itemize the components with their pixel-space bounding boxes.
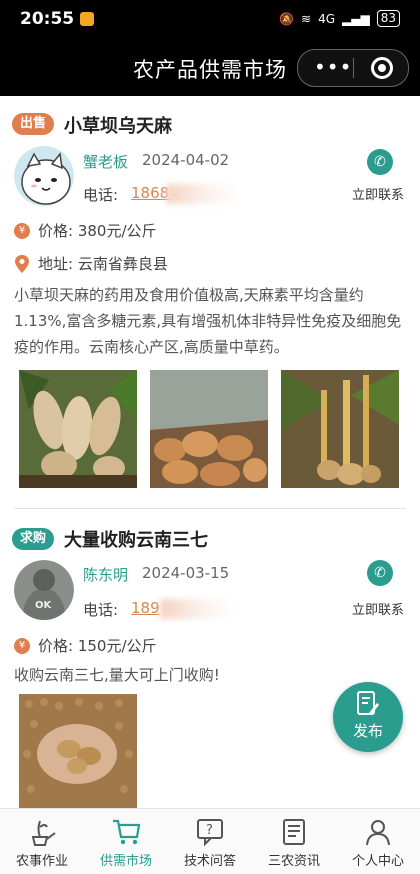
tab-market[interactable]: 供需市场 (84, 809, 168, 874)
battery-icon: 83 (376, 10, 400, 27)
price-text: 价格: 150元/公斤 (38, 637, 157, 655)
tab-label: 供需市场 (99, 854, 152, 869)
yen-icon: ¥ (14, 637, 30, 654)
avatar: OK (14, 560, 74, 620)
contact-button[interactable]: 立即联系 (352, 599, 404, 618)
edit-document-icon (357, 691, 379, 715)
svg-text:OK: OK (35, 600, 53, 611)
page-title: 农产品供需市场 (133, 58, 287, 82)
capsule-divider (353, 58, 354, 78)
phone-redaction (160, 599, 234, 619)
phone-label: 电话: (83, 601, 119, 619)
card-divider (14, 508, 406, 509)
product-image[interactable] (19, 370, 137, 488)
mute-icon: 🔕 (279, 11, 295, 26)
price-row: ¥ 价格: 150元/公斤 (14, 635, 157, 656)
tab-label: 三农资讯 (267, 854, 320, 869)
user-name[interactable]: 陈东明 (83, 564, 128, 585)
news-icon (283, 819, 305, 845)
bottom-tab-bar: 农事作业 供需市场 ? 技术问答 三农资讯 个人中心 (0, 808, 420, 874)
tab-label: 农事作业 (15, 854, 68, 869)
wifi-icon: ≋ (301, 11, 312, 26)
network-label: 4G (318, 11, 336, 26)
svg-text:?: ? (206, 823, 213, 838)
phone-icon[interactable]: ✆ (367, 560, 393, 586)
phone-redaction (166, 184, 238, 204)
tab-label: 技术问答 (183, 854, 236, 869)
post-date: 2024-04-02 (142, 151, 230, 169)
product-image[interactable] (281, 370, 399, 488)
listing-card-buy[interactable]: 求购 大量收购云南三七 OK 陈东明 2024-03-15 电话: 189 ✆ … (0, 518, 420, 808)
publish-button[interactable]: 发布 (333, 682, 403, 752)
close-icon[interactable] (371, 57, 393, 79)
status-icons: 🔕 ≋ 4G ▂▄▆ 83 (279, 10, 400, 27)
avatar (14, 146, 74, 206)
buy-tag: 求购 (12, 528, 54, 550)
tab-qa[interactable]: ? 技术问答 (168, 809, 252, 874)
phone-label: 电话: (83, 186, 119, 204)
notification-icon (80, 12, 94, 26)
mini-program-capsule: ••• (297, 49, 409, 87)
tab-profile[interactable]: 个人中心 (336, 809, 420, 874)
contact-button[interactable]: 立即联系 (352, 184, 404, 203)
post-date: 2024-03-15 (142, 564, 230, 582)
yen-icon: ¥ (14, 222, 30, 239)
listing-description: 收购云南三七,量大可上门收购! (14, 666, 220, 684)
phone-number[interactable]: 1868 (131, 184, 169, 202)
phone-icon[interactable]: ✆ (367, 149, 393, 175)
price-text: 价格: 380元/公斤 (38, 222, 157, 240)
more-icon[interactable]: ••• (314, 57, 352, 77)
shopping-cart-icon (113, 819, 141, 845)
sell-tag: 出售 (12, 113, 54, 135)
phone-number[interactable]: 189 (131, 599, 160, 617)
price-row: ¥ 价格: 380元/公斤 (14, 220, 157, 241)
tab-farming[interactable]: 农事作业 (0, 809, 84, 874)
location-pin-icon (15, 254, 29, 273)
listing-description: 小草坝天麻的药用及食用价值极高,天麻素平均含量约1.13%,富含多糖元素,具有增… (14, 286, 402, 356)
user-icon (366, 820, 390, 846)
address-text: 地址: 云南省彝良县 (38, 255, 168, 273)
watering-can-icon (31, 820, 56, 846)
tab-news[interactable]: 三农资讯 (252, 809, 336, 874)
listing-title: 大量收购云南三七 (64, 530, 208, 551)
product-image[interactable] (19, 694, 137, 808)
signal-icon: ▂▄▆ (342, 11, 370, 26)
user-name[interactable]: 蟹老板 (83, 151, 128, 172)
tab-label: 个人中心 (351, 854, 404, 869)
listing-card-sell[interactable]: 出售 小草坝乌天麻 蟹老板 2024-04-02 电话: 1868 ✆ 立即联系… (0, 96, 420, 506)
status-bar: 20:55 🔕 ≋ 4G ▂▄▆ 83 (0, 0, 420, 38)
status-time: 20:55 (20, 9, 75, 29)
product-image[interactable] (150, 370, 268, 488)
address-row: 地址: 云南省彝良县 (14, 253, 168, 274)
question-bubble-icon: ? (197, 819, 223, 847)
publish-label: 发布 (352, 722, 383, 740)
listing-title: 小草坝乌天麻 (64, 116, 172, 137)
